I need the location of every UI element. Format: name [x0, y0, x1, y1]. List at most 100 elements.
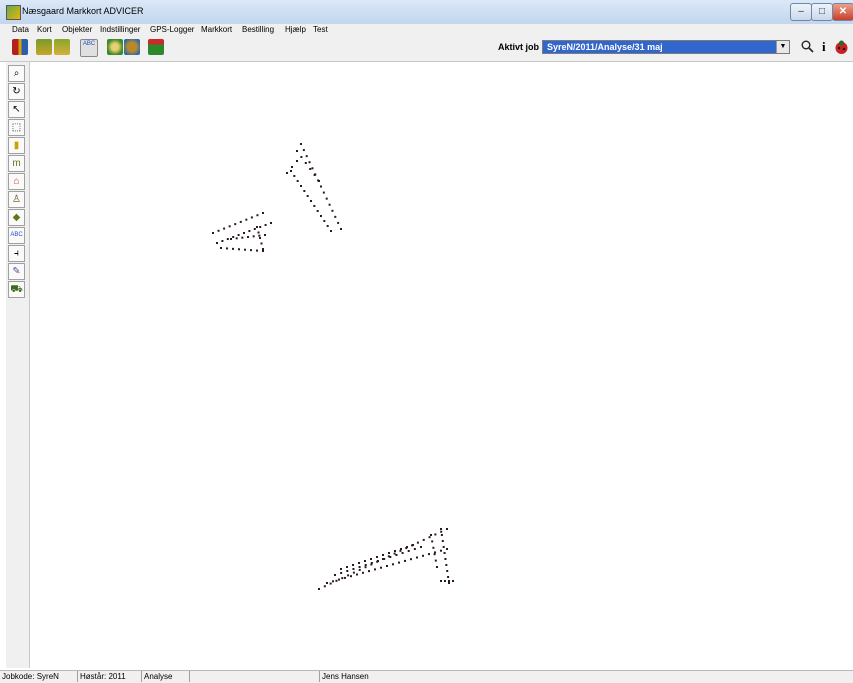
sample-point	[448, 582, 450, 584]
menu-bar: Data Kort Objekter Indstillinger GPS-Log…	[0, 24, 853, 36]
map-canvas[interactable]	[30, 62, 853, 668]
sample-point	[446, 548, 448, 550]
sample-point	[332, 580, 334, 583]
refresh-icon[interactable]: ↻	[8, 83, 25, 100]
sample-point	[434, 533, 437, 536]
tractor-icon[interactable]: ⛟	[8, 281, 25, 298]
search-icon[interactable]	[801, 40, 814, 56]
label-icon[interactable]: ABC	[8, 227, 25, 244]
sample-point	[262, 248, 264, 250]
split-icon[interactable]: ⫞	[8, 245, 25, 262]
menu-gps-logger[interactable]: GPS-Logger	[150, 25, 194, 34]
sample-point	[223, 227, 226, 230]
grain-icon[interactable]	[107, 39, 123, 55]
title-bar[interactable]: Næsgaard Markkort ADVICER – □ ✕	[0, 0, 853, 25]
sample-point	[393, 552, 396, 555]
sample-point	[313, 174, 316, 176]
sample-point	[293, 175, 296, 177]
sample-point	[440, 534, 443, 536]
sample-point	[386, 565, 388, 567]
sample-point	[290, 170, 292, 172]
sample-point	[212, 232, 214, 234]
sample-point	[380, 566, 382, 569]
sample-point	[323, 585, 326, 588]
pencil-icon[interactable]: ▮	[8, 137, 25, 154]
menu-test[interactable]: Test	[313, 25, 328, 34]
sample-point	[346, 570, 349, 572]
zoom-icon[interactable]: ⌕	[8, 65, 25, 82]
sample-point	[383, 558, 386, 560]
farm-icon[interactable]	[148, 39, 164, 55]
sample-point	[248, 230, 251, 232]
sample-point	[300, 156, 303, 158]
sample-point	[258, 234, 261, 237]
menu-markkort[interactable]: Markkort	[201, 25, 232, 34]
maximize-button[interactable]: □	[811, 3, 833, 21]
sample-point	[374, 568, 376, 571]
status-bar: Jobkode: SyreN Høstår: 2011 Analyse Jens…	[0, 670, 853, 683]
sample-point	[337, 221, 340, 224]
close-button[interactable]: ✕	[832, 3, 853, 21]
sample-point	[311, 167, 314, 170]
sample-point	[407, 550, 410, 552]
menu-data[interactable]: Data	[12, 25, 29, 34]
pointer-icon[interactable]: ↖	[8, 101, 25, 118]
status-empty	[190, 671, 320, 682]
sample-point	[422, 538, 425, 541]
sample-point	[440, 549, 442, 552]
sample-point	[286, 172, 288, 174]
person-icon[interactable]: ♙	[8, 191, 25, 208]
folder-save-icon[interactable]	[54, 39, 70, 55]
sample-point	[428, 536, 431, 539]
sample-point	[416, 541, 419, 544]
chevron-down-icon[interactable]: ▼	[776, 41, 789, 53]
sample-point	[256, 214, 259, 217]
sample-point	[440, 580, 442, 582]
sample-point	[331, 209, 334, 212]
measure-icon[interactable]: m	[8, 155, 25, 172]
menu-bestilling[interactable]: Bestilling	[242, 25, 274, 34]
sample-point	[239, 220, 242, 223]
sample-point	[335, 579, 338, 582]
soil-icon[interactable]	[124, 39, 140, 55]
sample-point	[300, 185, 302, 187]
menu-kort[interactable]: Kort	[37, 25, 52, 34]
info-icon[interactable]: i	[822, 40, 826, 54]
sample-point	[358, 568, 361, 571]
sample-point	[436, 566, 438, 568]
sample-point	[440, 530, 443, 533]
text-icon[interactable]: ABC	[80, 39, 98, 57]
menu-hjaelp[interactable]: Hjælp	[285, 25, 306, 34]
polygon-icon[interactable]: ⌂	[8, 173, 25, 190]
ladybug-icon[interactable]	[834, 40, 849, 58]
sample-point	[410, 558, 412, 561]
sample-point	[338, 578, 340, 581]
sample-point	[377, 560, 379, 562]
sample-point	[230, 238, 232, 240]
sample-point	[334, 574, 336, 576]
active-job-dropdown[interactable]: SyreN/2011/Analyse/31 maj ▼	[542, 40, 790, 54]
sample-point	[430, 534, 432, 536]
menu-objekter[interactable]: Objekter	[62, 25, 92, 34]
sample-point	[296, 180, 299, 182]
sample-point	[247, 236, 249, 238]
edit-points-icon[interactable]: ✎	[8, 263, 25, 280]
minimize-button[interactable]: –	[790, 3, 812, 21]
sample-point	[308, 161, 311, 164]
sample-point	[441, 540, 444, 542]
sample-point	[226, 247, 228, 250]
sample-point	[291, 166, 293, 168]
sample-point	[376, 556, 378, 558]
sample-point	[296, 160, 298, 162]
sample-point	[302, 149, 305, 152]
sample-point	[237, 234, 240, 236]
menu-indstillinger[interactable]: Indstillinger	[100, 25, 140, 34]
add-point-icon[interactable]: ◆	[8, 209, 25, 226]
sample-point	[395, 554, 398, 556]
sample-point	[443, 552, 446, 554]
folder-open-icon[interactable]	[36, 39, 52, 55]
books-icon[interactable]	[12, 39, 28, 55]
sample-point	[318, 588, 320, 590]
select-area-icon[interactable]: ⬚	[8, 119, 25, 136]
sample-point	[431, 540, 434, 543]
